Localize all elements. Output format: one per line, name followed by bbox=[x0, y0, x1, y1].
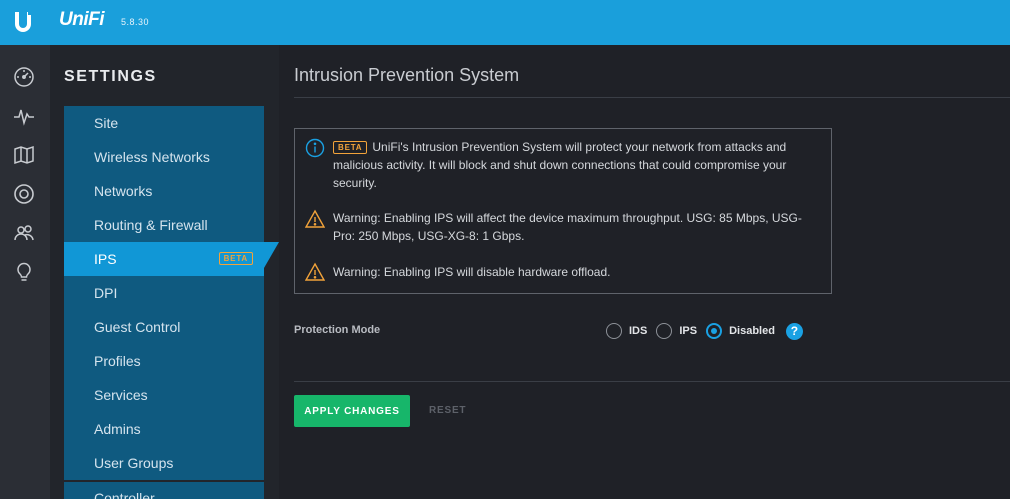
radio-ips-label[interactable]: IPS bbox=[679, 325, 697, 337]
beta-badge: BETA bbox=[333, 141, 368, 154]
protection-mode-radio-group: IDS IPS Disabled ? bbox=[606, 322, 803, 340]
insights-icon[interactable] bbox=[12, 260, 36, 284]
nav-item-label: User Groups bbox=[94, 455, 174, 471]
radio-ids-label[interactable]: IDS bbox=[629, 325, 647, 337]
nav-item-user-groups[interactable]: User Groups bbox=[64, 446, 264, 480]
unifi-logo[interactable]: UniFi bbox=[59, 9, 105, 31]
divider bbox=[294, 381, 1010, 382]
nav-item-wireless-networks[interactable]: Wireless Networks bbox=[64, 140, 264, 174]
nav-item-label: Networks bbox=[94, 183, 153, 199]
warning-text-offload: Warning: Enabling IPS will disable hardw… bbox=[333, 265, 611, 279]
devices-icon[interactable] bbox=[12, 182, 36, 206]
radio-ips[interactable] bbox=[656, 323, 673, 339]
nav-item-routing-firewall[interactable]: Routing & Firewall bbox=[64, 208, 264, 242]
info-text-block: BETA UniFi's Intrusion Prevention System … bbox=[333, 138, 815, 192]
nav-item-guest-control[interactable]: Guest Control bbox=[64, 310, 264, 344]
nav-item-profiles[interactable]: Profiles bbox=[64, 344, 264, 378]
nav-item-label: Guest Control bbox=[94, 319, 181, 335]
nav-item-label: Routing & Firewall bbox=[94, 217, 208, 233]
warning-text-throughput: Warning: Enabling IPS will affect the de… bbox=[333, 211, 802, 243]
top-bar: UniFi 5.8.30 bbox=[0, 0, 1010, 45]
nav-item-dpi[interactable]: DPI bbox=[64, 276, 264, 310]
icon-rail bbox=[0, 45, 50, 499]
nav-item-networks[interactable]: Networks bbox=[64, 174, 264, 208]
nav-item-label: IPS bbox=[94, 251, 117, 267]
help-icon[interactable]: ? bbox=[785, 322, 803, 340]
radio-disabled[interactable] bbox=[706, 323, 723, 339]
nav-item-label: Wireless Networks bbox=[94, 149, 210, 165]
page-title: Intrusion Prevention System bbox=[294, 65, 520, 85]
nav-item-site[interactable]: Site bbox=[64, 106, 264, 140]
warning-icon bbox=[305, 262, 325, 281]
settings-title: SETTINGS bbox=[64, 68, 157, 85]
reset-button[interactable]: RESET bbox=[429, 405, 466, 416]
nav-item-label: Profiles bbox=[94, 353, 141, 369]
version-label: 5.8.30 bbox=[121, 17, 150, 27]
ubiquiti-logo-icon[interactable] bbox=[12, 10, 34, 34]
radio-disabled-label[interactable]: Disabled bbox=[729, 325, 775, 337]
clients-icon[interactable] bbox=[12, 221, 36, 245]
protection-mode-label: Protection Mode bbox=[294, 324, 381, 336]
settings-nav: Site Wireless Networks Networks Routing … bbox=[64, 106, 279, 480]
nav-item-admins[interactable]: Admins bbox=[64, 412, 264, 446]
nav-item-ips[interactable]: IPS BETA bbox=[64, 242, 279, 276]
dashboard-icon[interactable] bbox=[12, 65, 36, 89]
warning-icon bbox=[305, 209, 325, 228]
info-icon bbox=[305, 138, 325, 158]
apply-changes-button[interactable]: APPLY CHANGES bbox=[294, 395, 410, 427]
nav-item-label: Site bbox=[94, 115, 119, 131]
nav-item-label: Services bbox=[94, 387, 148, 403]
statistics-icon[interactable] bbox=[12, 104, 36, 128]
ips-notice-box: BETA UniFi's Intrusion Prevention System … bbox=[294, 128, 832, 294]
nav-item-label: DPI bbox=[94, 285, 118, 301]
nav-item-services[interactable]: Services bbox=[64, 378, 264, 412]
map-icon[interactable] bbox=[12, 143, 36, 167]
beta-badge: BETA bbox=[218, 252, 253, 265]
nav-item-label: Controller bbox=[94, 490, 155, 499]
nav-item-label: Admins bbox=[94, 421, 141, 437]
radio-ids[interactable] bbox=[606, 323, 622, 339]
divider bbox=[294, 97, 1010, 98]
nav-item-controller[interactable]: Controller bbox=[64, 482, 264, 499]
info-text: UniFi's Intrusion Prevention System will… bbox=[333, 140, 787, 190]
